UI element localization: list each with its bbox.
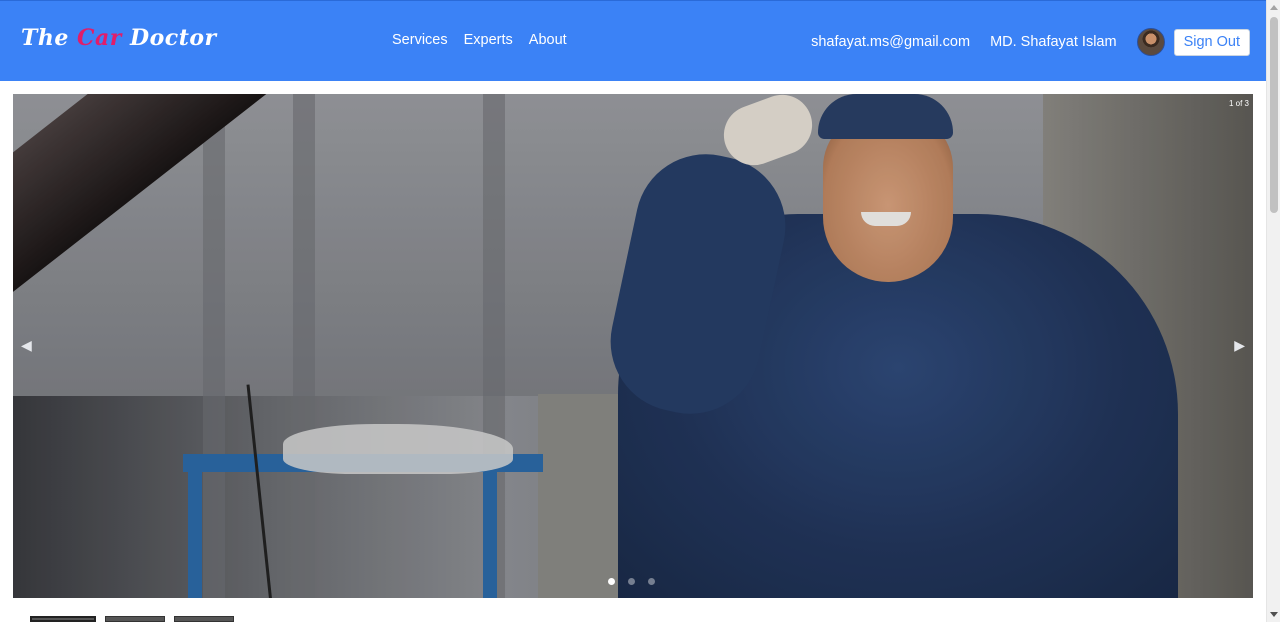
carousel-dot[interactable] — [628, 578, 635, 585]
slide-counter: 1 of 3 — [1228, 99, 1249, 108]
scrollbar-thumb[interactable] — [1270, 17, 1278, 213]
carousel-dot[interactable] — [608, 578, 615, 585]
slide-overlay — [13, 94, 1253, 598]
nav-link-services[interactable]: Services — [392, 32, 448, 48]
site-logo[interactable]: The Car Doctor — [21, 25, 217, 57]
logo-text-doctor: Doctor — [121, 25, 217, 51]
carousel-dot[interactable] — [648, 578, 655, 585]
slide-image-mechanic — [13, 94, 1253, 598]
carousel-thumbnails — [30, 616, 234, 622]
carousel-thumbnail[interactable] — [174, 616, 234, 622]
user-name: MD. Shafayat Islam — [990, 34, 1117, 50]
navbar: The Car Doctor Services Experts About sh… — [0, 0, 1266, 81]
logo-text-the: The — [21, 25, 78, 51]
sign-out-button[interactable]: Sign Out — [1173, 28, 1250, 56]
nav-link-about[interactable]: About — [529, 32, 567, 48]
user-email: shafayat.ms@gmail.com — [811, 34, 971, 50]
main-nav: Services Experts About — [392, 32, 567, 48]
scroll-down-arrow-icon[interactable] — [1270, 612, 1278, 617]
user-avatar[interactable] — [1136, 28, 1165, 56]
scroll-up-arrow-icon[interactable] — [1270, 5, 1278, 10]
carousel-thumbnail[interactable] — [105, 616, 165, 622]
logo-text-car: Car — [77, 25, 122, 51]
chevron-left-icon[interactable]: ◀ — [21, 337, 32, 354]
user-area: shafayat.ms@gmail.com MD. Shafayat Islam… — [811, 27, 1250, 57]
nav-link-experts[interactable]: Experts — [464, 32, 513, 48]
hero-carousel: 1 of 3 ◀ ▶ — [13, 94, 1253, 598]
chevron-right-icon[interactable]: ▶ — [1234, 337, 1245, 354]
page-scrollbar[interactable] — [1266, 0, 1280, 622]
carousel-indicators — [608, 578, 655, 585]
carousel-thumbnail[interactable] — [30, 616, 96, 622]
